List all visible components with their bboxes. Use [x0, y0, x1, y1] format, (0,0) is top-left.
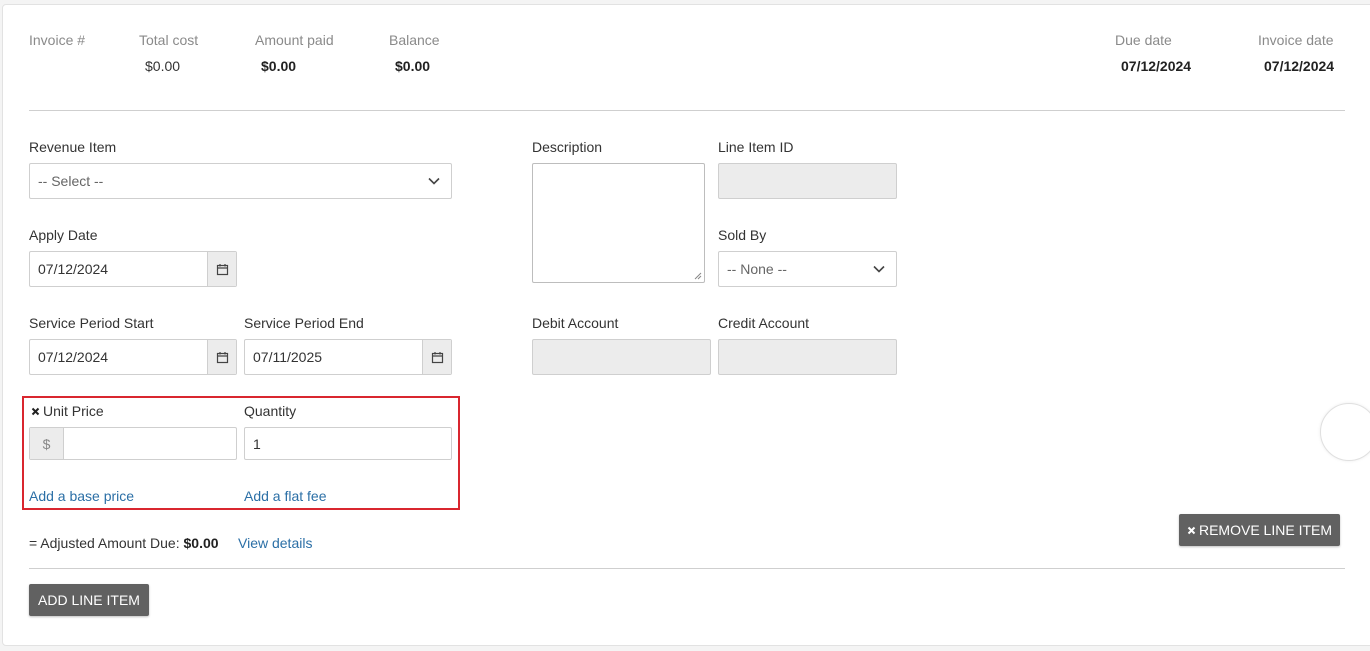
service-start-label: Service Period Start — [29, 315, 154, 331]
resize-handle-icon[interactable] — [694, 272, 702, 280]
apply-date-input[interactable]: 07/12/2024 — [29, 251, 237, 287]
add-flat-fee-link[interactable]: Add a flat fee — [244, 488, 327, 504]
invoice-date-value: 07/12/2024 — [1264, 58, 1335, 74]
balance-value: $0.00 — [395, 58, 431, 74]
invoice-date-label: Invoice date — [1258, 32, 1334, 48]
currency-prefix: $ — [30, 428, 64, 459]
revenue-item-label: Revenue Item — [29, 139, 117, 155]
amount-paid-label: Amount paid — [255, 32, 334, 48]
total-cost-value: $0.00 — [145, 58, 181, 74]
add-line-item-label: ADD LINE ITEM — [38, 592, 140, 608]
debit-account-label: Debit Account — [532, 315, 619, 331]
debit-account-field — [532, 339, 711, 375]
service-start-input[interactable]: 07/12/2024 — [29, 339, 237, 375]
sold-by-value: -- None -- — [727, 261, 787, 277]
credit-account-field — [718, 339, 897, 375]
chevron-down-icon — [873, 265, 885, 273]
apply-date-label: Apply Date — [29, 227, 98, 243]
line-item-id-field — [718, 163, 897, 199]
description-label: Description — [532, 139, 603, 155]
quantity-value: 1 — [253, 435, 261, 452]
service-end-calendar-button[interactable] — [422, 340, 451, 374]
remove-line-item-label: REMOVE LINE ITEM — [1198, 522, 1333, 538]
summary-divider — [29, 110, 1345, 111]
footer-divider — [29, 568, 1345, 569]
service-end-label: Service Period End — [244, 315, 364, 331]
calendar-icon — [216, 263, 228, 275]
invoice-number-label: Invoice # — [29, 32, 86, 48]
quantity-input[interactable]: 1 — [244, 427, 452, 460]
adjusted-amount-row: = Adjusted Amount Due: $0.00 — [29, 535, 219, 551]
description-textarea[interactable] — [532, 163, 705, 283]
total-cost-label: Total cost — [139, 32, 199, 48]
sold-by-label: Sold By — [718, 227, 767, 243]
chevron-down-icon — [428, 177, 440, 185]
close-icon — [1187, 526, 1196, 534]
add-line-item-button[interactable]: ADD LINE ITEM — [29, 584, 149, 616]
apply-date-value: 07/12/2024 — [38, 261, 109, 277]
revenue-item-value: -- Select -- — [38, 173, 104, 189]
due-date-label: Due date — [1115, 32, 1172, 48]
apply-date-calendar-button[interactable] — [207, 252, 236, 286]
service-end-input[interactable]: 07/11/2025 — [244, 339, 452, 375]
adjusted-amount-label: = Adjusted Amount Due: — [29, 535, 180, 551]
credit-account-label: Credit Account — [718, 315, 810, 331]
unit-price-label: Unit Price — [43, 403, 104, 419]
service-end-value: 07/11/2025 — [253, 349, 323, 365]
calendar-icon — [431, 351, 443, 363]
adjusted-amount-value: $0.00 — [183, 535, 219, 551]
quantity-label: Quantity — [244, 403, 297, 419]
view-details-link[interactable]: View details — [238, 535, 312, 551]
amount-paid-value: $0.00 — [261, 58, 297, 74]
revenue-item-select[interactable]: -- Select -- — [29, 163, 452, 199]
calendar-icon — [216, 351, 228, 363]
floating-action-button[interactable] — [1320, 403, 1370, 461]
balance-label: Balance — [389, 32, 440, 48]
add-base-price-link[interactable]: Add a base price — [29, 488, 134, 504]
remove-line-item-button[interactable]: REMOVE LINE ITEM — [1179, 514, 1340, 546]
line-item-id-label: Line Item ID — [718, 139, 794, 155]
due-date-value: 07/12/2024 — [1121, 58, 1192, 74]
close-icon[interactable] — [31, 407, 40, 416]
service-start-value: 07/12/2024 — [38, 349, 109, 365]
unit-price-label-group: Unit Price — [31, 403, 104, 419]
unit-price-input[interactable]: $ — [29, 427, 237, 460]
service-start-calendar-button[interactable] — [207, 340, 236, 374]
sold-by-select[interactable]: -- None -- — [718, 251, 897, 287]
